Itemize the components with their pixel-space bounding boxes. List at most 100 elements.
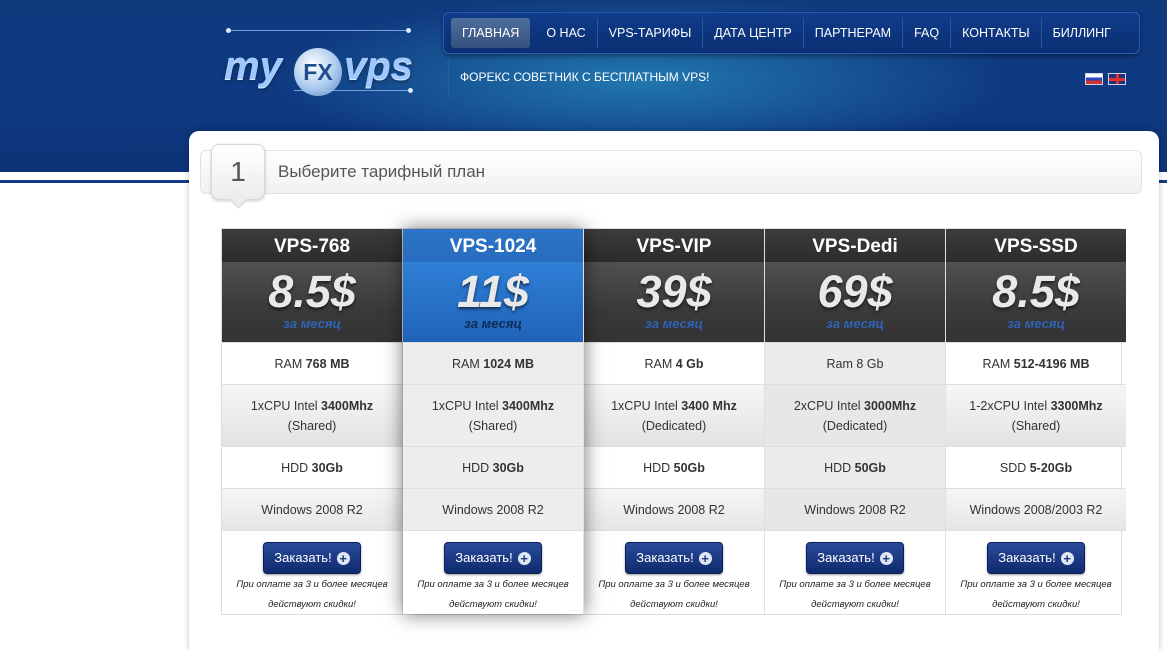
spec-value: 50Gb [673, 460, 705, 475]
spec-label: 1-2xCPU Intel [969, 398, 1051, 413]
plan-price: 39$ [636, 266, 712, 317]
spec-value: 3400Mhz [321, 398, 374, 413]
spec-label: HDD [643, 460, 674, 475]
cpu-type: (Dedicated) [822, 418, 888, 433]
plus-circle-icon: + [336, 552, 350, 566]
nav-item-home[interactable]: ГЛАВНАЯ [451, 18, 531, 48]
discount-note-line: действуют скидки! [992, 599, 1080, 610]
header-slogan: ФОРЕКС СОВЕТНИК С БЕСПЛАТНЫМ VPS! [460, 70, 710, 84]
spec-value: 3400Mhz [502, 398, 555, 413]
cpu-spec: 1-2xCPU Intel 3300Mhz (Shared) [946, 384, 1126, 446]
disk-spec: HDD 30Gb [222, 446, 402, 488]
nav-item-billing[interactable]: БИЛЛИНГ [1042, 18, 1122, 48]
discount-note-line: При оплате за 3 и более месяцев [779, 579, 931, 590]
ram-spec: RAM 768 MB [222, 342, 402, 384]
discount-note: При оплате за 3 и более месяцев действуют… [584, 575, 764, 615]
nav-item-faq[interactable]: FAQ [903, 18, 952, 48]
ram-spec: RAM 512-4196 MB [946, 342, 1126, 384]
disk-spec: SDD 5-20Gb [946, 446, 1126, 488]
order-button[interactable]: Заказать! + [625, 542, 723, 574]
main-nav: ГЛАВНАЯ О НАС VPS-ТАРИФЫ ДАТА ЦЕНТР ПАРТ… [443, 12, 1140, 54]
spec-value: 3000Mhz [864, 398, 917, 413]
spec-label: RAM [452, 356, 484, 371]
spec-value: Windows 2008 R2 [804, 502, 906, 517]
spec-value: 30Gb [311, 460, 343, 475]
ram-spec: RAM 4 Gb [584, 342, 764, 384]
discount-note-line: действуют скидки! [630, 599, 718, 610]
order-button[interactable]: Заказать! + [987, 542, 1085, 574]
plan-name: VPS-VIP [636, 236, 712, 257]
ram-spec: RAM 1024 MB [403, 342, 583, 384]
price-period: за месяц [826, 316, 884, 331]
spec-value: Windows 2008 R2 [261, 502, 363, 517]
plan-header: VPS-768 8.5$ за месяц [222, 229, 402, 342]
plus-circle-icon: + [1060, 552, 1074, 566]
plan-name: VPS-Dedi [812, 236, 898, 257]
spec-value: 30Gb [492, 460, 524, 475]
cpu-type: (Shared) [1011, 418, 1061, 433]
order-button[interactable]: Заказать! + [263, 542, 361, 574]
plus-circle-icon: + [517, 552, 531, 566]
discount-note: При оплате за 3 и более месяцев действуют… [946, 575, 1126, 615]
disk-spec: HDD 30Gb [403, 446, 583, 488]
cpu-spec: 1xCPU Intel 3400 Mhz (Dedicated) [584, 384, 764, 446]
spec-label: 1xCPU Intel [431, 398, 503, 413]
spec-value: 8 Gb [856, 356, 884, 371]
plan-column-featured: VPS-1024 11$ за месяц RAM 1024 MB 1xCPU … [403, 229, 584, 614]
nav-item-about[interactable]: О НАС [535, 18, 598, 48]
plan-price: 8.5$ [992, 266, 1080, 317]
nav-item-datacenter[interactable]: ДАТА ЦЕНТР [703, 18, 804, 48]
spec-label: 1xCPU Intel [611, 398, 682, 413]
en-flag-icon[interactable] [1108, 73, 1126, 85]
step-title: Выберите тарифный план [278, 162, 486, 181]
spec-value: 1024 MB [483, 356, 534, 371]
spec-label: SDD [999, 460, 1030, 475]
site-logo[interactable]: my FX vps [224, 28, 424, 98]
spec-value: 4 Gb [675, 356, 704, 371]
order-button-label: Заказать! [455, 550, 513, 565]
plus-circle-icon: + [879, 552, 893, 566]
pricing-table: VPS-768 8.5$ за месяц RAM 768 MB 1xCPU I… [221, 228, 1126, 616]
price-band: 8.5$ за месяц [946, 262, 1126, 342]
os-spec: Windows 2008 R2 [765, 488, 945, 530]
spec-label: 2xCPU Intel [793, 398, 865, 413]
disk-spec: HDD 50Gb [584, 446, 764, 488]
cpu-type: (Dedicated) [641, 418, 707, 433]
plan-header: VPS-Dedi 69$ за месяц [765, 229, 945, 342]
discount-note-line: При оплате за 3 и более месяцев [598, 579, 750, 590]
plan-name: VPS-768 [273, 236, 351, 257]
spec-value: Windows 2008 R2 [623, 502, 725, 517]
disk-spec: HDD 50Gb [765, 446, 945, 488]
plan-name: VPS-SSD [994, 236, 1078, 257]
discount-note-line: действуют скидки! [811, 599, 899, 610]
order-button-label: Заказать! [817, 550, 875, 565]
logo-decor-dot [408, 88, 413, 93]
logo-text-vps: vps [344, 44, 413, 88]
nav-item-partners[interactable]: ПАРТНЕРАМ [804, 18, 904, 48]
spec-label: 1xCPU Intel [250, 398, 322, 413]
order-box: Заказать! + При оплате за 3 и более месяц… [222, 530, 402, 616]
plan-column: VPS-SSD 8.5$ за месяц RAM 512-4196 MB 1-… [946, 229, 1126, 614]
plan-column: VPS-VIP 39$ за месяц RAM 4 Gb 1xCPU Inte… [584, 229, 765, 614]
plan-name: VPS-1024 [449, 236, 537, 257]
nav-item-contacts[interactable]: КОНТАКТЫ [951, 18, 1042, 48]
discount-note-line: При оплате за 3 и более месяцев [417, 579, 569, 590]
price-period: за месяц [283, 316, 341, 331]
discount-note: При оплате за 3 и более месяцев действуют… [765, 575, 945, 615]
logo-decor-line [294, 90, 412, 91]
spec-label: HDD [824, 460, 855, 475]
os-spec: Windows 2008 R2 [403, 488, 583, 530]
plan-header: VPS-SSD 8.5$ за месяц [946, 229, 1126, 342]
logo-decor-dot [226, 28, 231, 33]
discount-note: При оплате за 3 и более месяцев действуют… [222, 575, 402, 615]
cpu-spec: 1xCPU Intel 3400Mhz (Shared) [222, 384, 402, 446]
ru-flag-icon[interactable] [1085, 73, 1103, 85]
order-button[interactable]: Заказать! + [806, 542, 904, 574]
order-box: Заказать! + При оплате за 3 и более месяц… [403, 530, 583, 616]
discount-note-line: действуют скидки! [268, 599, 356, 610]
os-spec: Windows 2008 R2 [222, 488, 402, 530]
spec-label: HDD [281, 460, 312, 475]
order-button-label: Заказать! [274, 550, 332, 565]
nav-item-vps-plans[interactable]: VPS-ТАРИФЫ [598, 18, 704, 48]
order-button[interactable]: Заказать! + [444, 542, 542, 574]
